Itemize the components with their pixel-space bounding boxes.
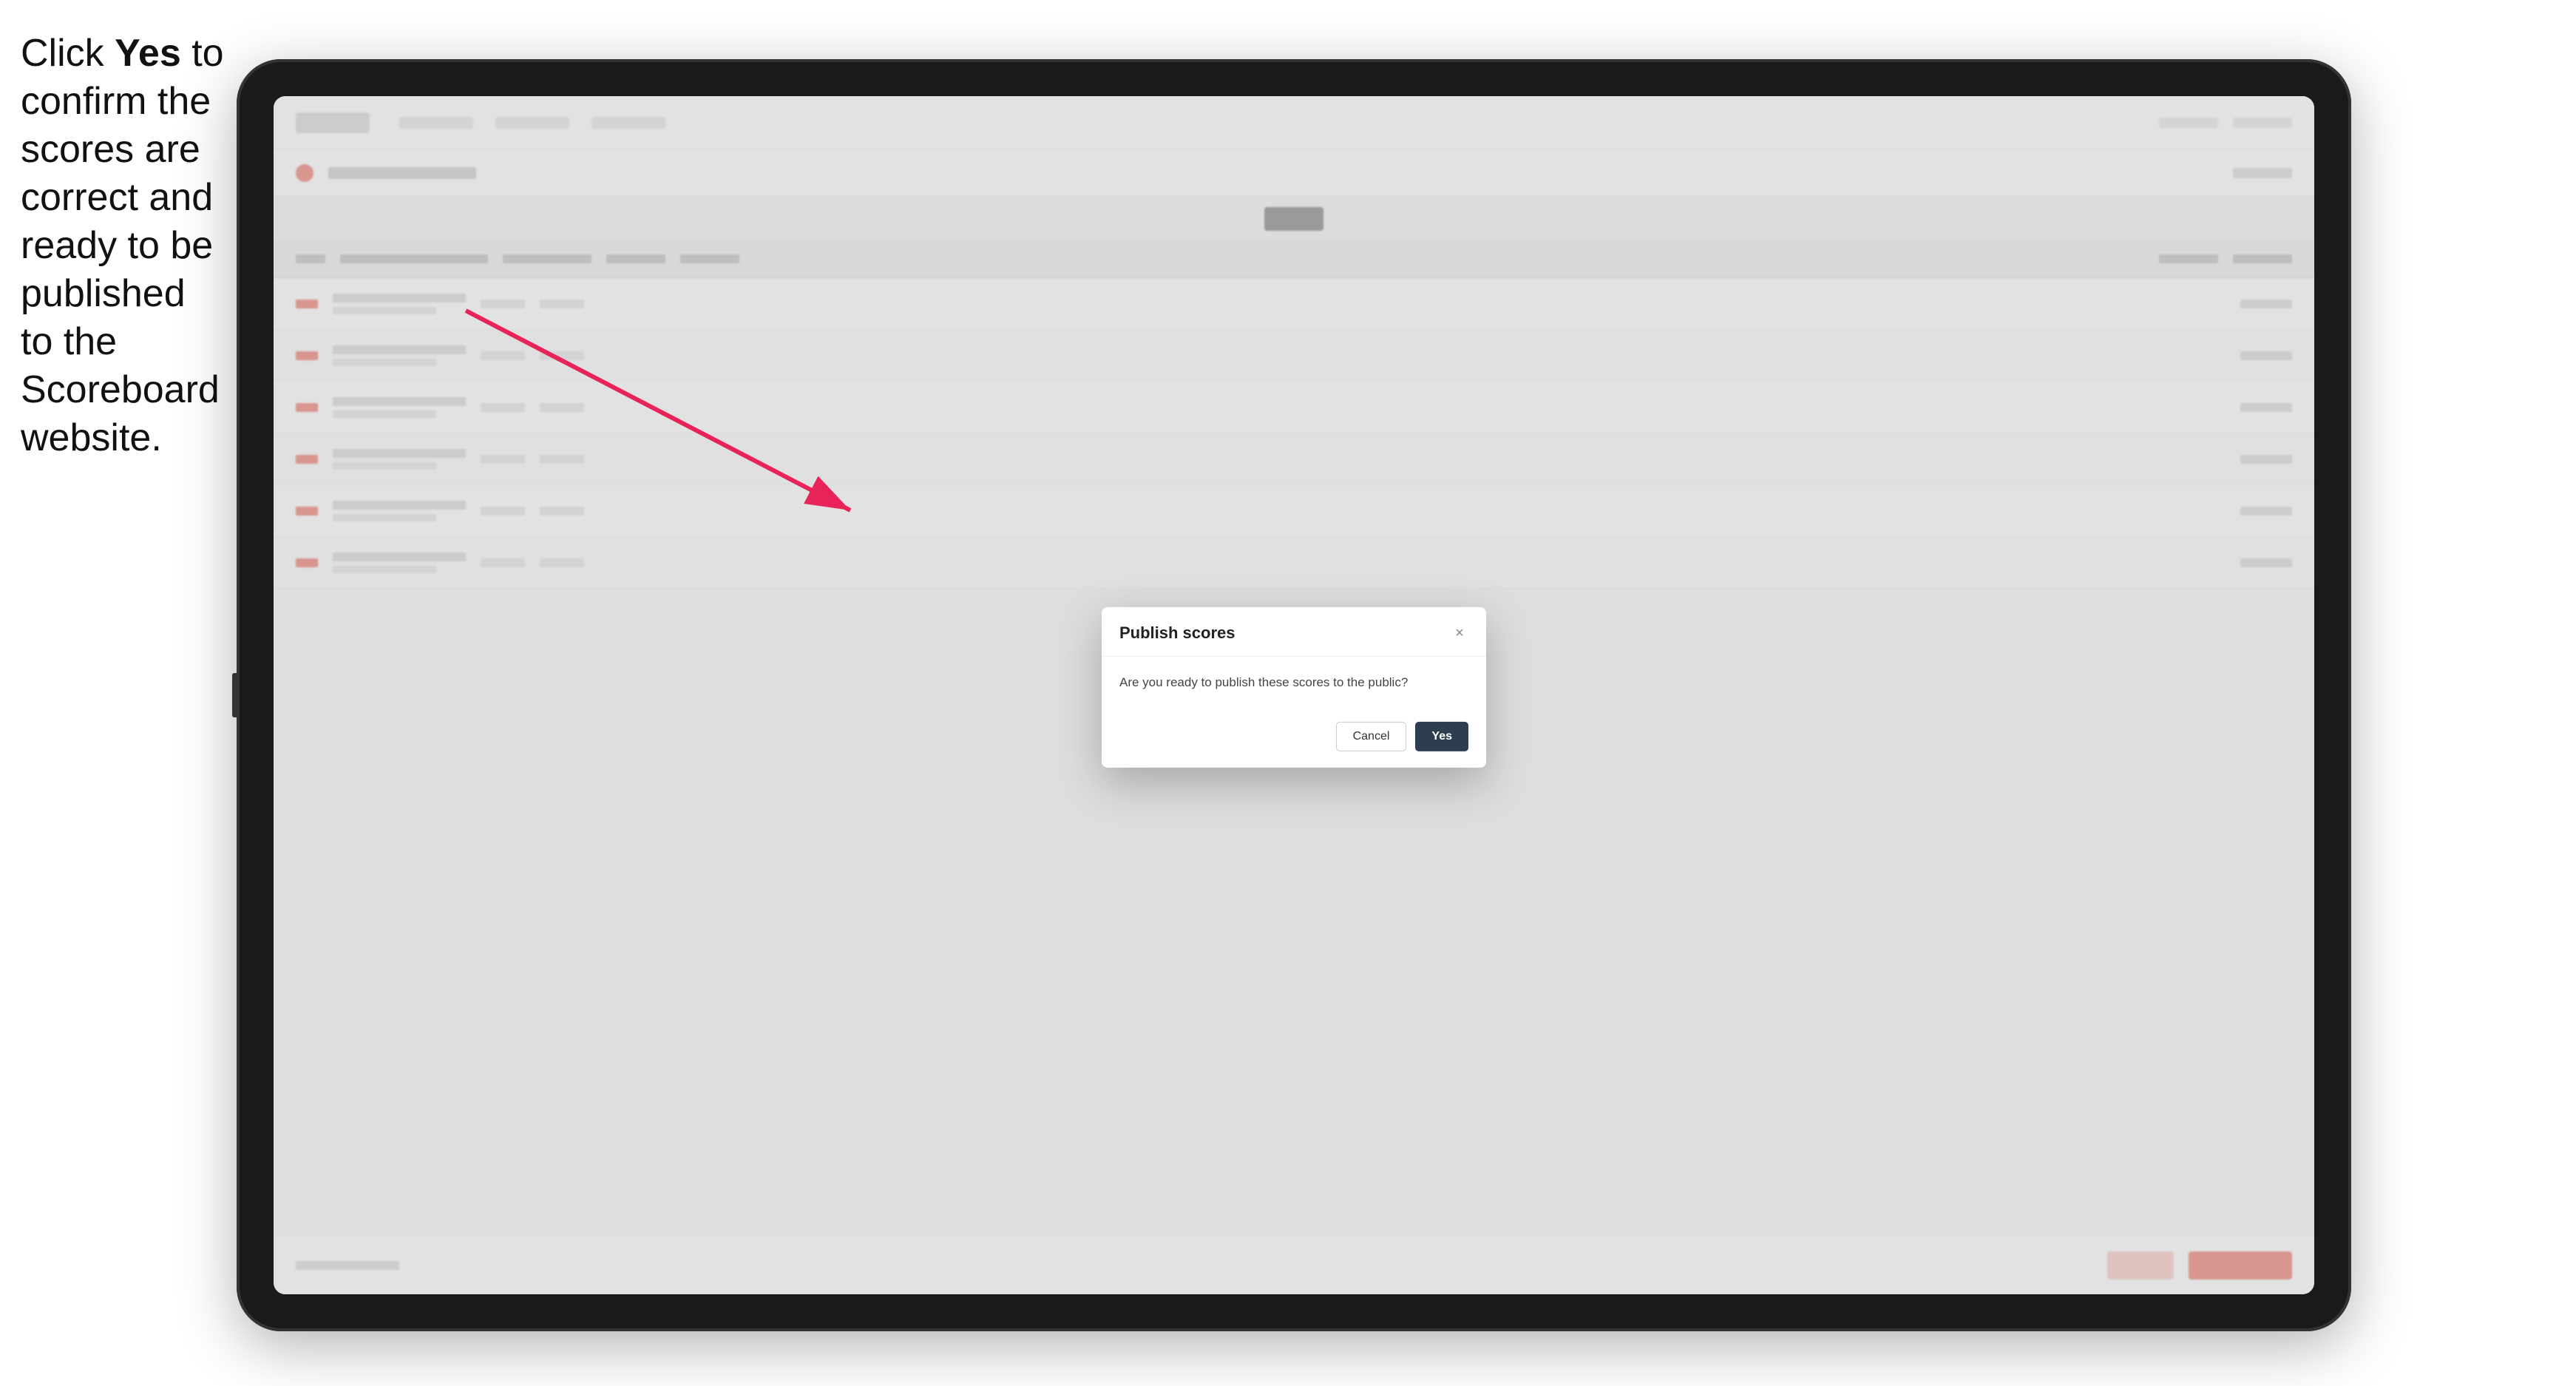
tablet-side-button: [232, 673, 238, 717]
tablet-device: Publish scores × Are you ready to publis…: [237, 59, 2351, 1331]
modal-body: Are you ready to publish these scores to…: [1102, 657, 1486, 709]
modal-message: Are you ready to publish these scores to…: [1119, 673, 1468, 692]
cancel-button[interactable]: Cancel: [1336, 721, 1407, 751]
tablet-screen: Publish scores × Are you ready to publis…: [274, 96, 2314, 1294]
modal-title: Publish scores: [1119, 623, 1236, 643]
modal-footer: Cancel Yes: [1102, 708, 1486, 767]
modal-dialog: Publish scores × Are you ready to publis…: [1102, 607, 1486, 768]
modal-header: Publish scores ×: [1102, 607, 1486, 657]
yes-emphasis: Yes: [115, 32, 181, 75]
instruction-text: Click Yes to confirm the scores are corr…: [21, 30, 228, 462]
modal-close-button[interactable]: ×: [1451, 624, 1468, 642]
yes-button[interactable]: Yes: [1415, 721, 1468, 751]
